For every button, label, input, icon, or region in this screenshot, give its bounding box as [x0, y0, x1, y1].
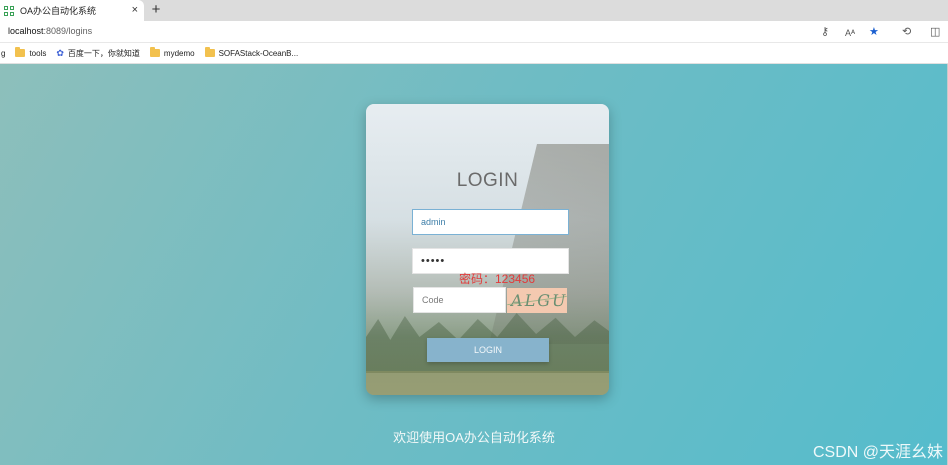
folder-icon	[149, 47, 160, 57]
extensions-icon[interactable]: ⟲	[902, 25, 911, 39]
login-card: LOGIN admin ••••• 密码：123456 Code ALGU LO…	[366, 104, 609, 395]
paw-icon: ✿	[56, 47, 64, 58]
bookmarks-bar: g tools ✿ 百度一下，你就知道 mydemo SOFAStack-Ocea…	[0, 43, 948, 64]
bookmark-item[interactable]: mydemo	[149, 47, 195, 58]
app-grid-icon	[4, 5, 14, 16]
url-text[interactable]: localhost:8089/logins	[8, 26, 92, 36]
close-icon[interactable]: ×	[132, 3, 138, 17]
login-button[interactable]: LOGIN	[427, 338, 549, 362]
browser-tab[interactable]: OA办公自动化系统 ×	[0, 0, 144, 21]
tab-strip: OA办公自动化系统 × +	[0, 0, 948, 21]
new-tab-icon[interactable]: +	[149, 1, 163, 19]
login-title: LOGIN	[456, 170, 519, 191]
grass-decoration	[366, 371, 609, 395]
page-background: LOGIN admin ••••• 密码：123456 Code ALGU LO…	[0, 64, 948, 465]
csdn-watermark: CSDN @天涯幺妹	[812, 444, 943, 461]
split-screen-icon[interactable]: ◫	[930, 25, 940, 39]
password-hint: 密码：123456	[459, 272, 536, 286]
username-input[interactable]: admin	[412, 209, 569, 235]
read-aloud-icon[interactable]: Aᴬ	[845, 26, 855, 40]
url-path: :8089/logins	[43, 26, 93, 36]
captcha-image[interactable]: ALGU	[507, 288, 567, 313]
code-input[interactable]: Code	[413, 287, 506, 313]
address-bar[interactable]: localhost:8089/logins ⚷ Aᴬ ★ ⟲ ◫	[0, 21, 948, 43]
url-host: localhost	[8, 26, 44, 36]
welcome-footer: 欢迎使用OA办公自动化系统	[393, 430, 555, 445]
bookmark-item[interactable]: ✿ 百度一下，你就知道	[56, 48, 140, 59]
tab-title: OA办公自动化系统	[20, 6, 97, 16]
key-icon[interactable]: ⚷	[821, 25, 829, 39]
favorite-star-icon[interactable]: ★	[869, 25, 879, 39]
bookmark-item[interactable]: g	[1, 49, 5, 58]
captcha-text: ALGU	[509, 291, 567, 310]
folder-icon	[204, 47, 215, 57]
folder-icon	[15, 47, 26, 57]
bookmark-item[interactable]: SOFAStack-OceanB...	[204, 47, 298, 58]
bookmark-item[interactable]: tools	[15, 47, 46, 58]
